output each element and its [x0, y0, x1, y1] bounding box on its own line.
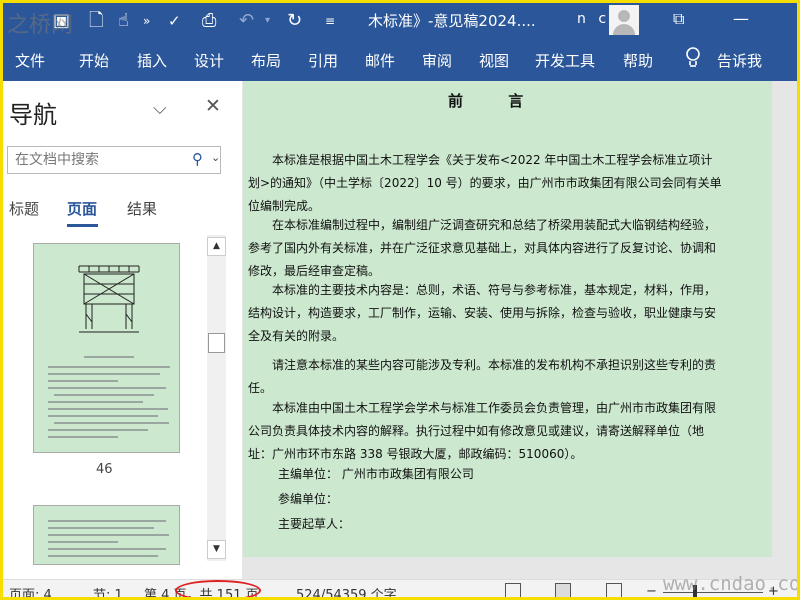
navigation-pane: 导航 ⌵ ✕ ⚲ ⌄ 标题 页面 结果: [3, 81, 242, 579]
tab-review[interactable]: 审阅: [422, 50, 452, 71]
avatar-head: [618, 10, 630, 22]
thumbnail-text-line: [48, 541, 118, 543]
undo-dropdown-icon[interactable]: ▾: [265, 9, 270, 33]
chevron-down-icon[interactable]: ⌵: [153, 98, 167, 119]
word-window: ▣ 🗋 ☝ » ✓ ⎙ ↶ ▾ ↻ ≡ 木标准》-意见稿2024.... n c…: [0, 0, 800, 600]
thumbnail-text-line: [54, 422, 169, 424]
participating-units: 参编单位：: [278, 492, 339, 506]
chief-editor-unit: 主编单位： 广州市市政集团有限公司: [278, 465, 474, 482]
print-layout-icon[interactable]: [555, 583, 571, 597]
thumbnail-text-line: [48, 555, 158, 557]
thumbnail-text-line: [48, 436, 118, 438]
thumbnail-text-line: [48, 408, 168, 410]
web-layout-icon[interactable]: [606, 583, 622, 597]
lightbulb-icon[interactable]: [685, 47, 701, 69]
page-thumbnail[interactable]: [33, 505, 180, 565]
search-dropdown-icon[interactable]: ⌄: [211, 151, 220, 164]
thumbnail-text-line: [48, 548, 166, 550]
page-thumbnail[interactable]: [33, 243, 180, 453]
customize-quick-access-icon[interactable]: ≡: [325, 9, 335, 33]
scrollbar-thumb[interactable]: [208, 333, 225, 353]
document-title: 木标准》-意见稿2024....: [368, 12, 536, 30]
status-word-count[interactable]: 524/54359 个字: [296, 584, 397, 597]
print-preview-icon[interactable]: ⎙: [202, 9, 216, 33]
read-mode-icon[interactable]: [505, 583, 521, 597]
page-heading: 前 言: [448, 92, 544, 110]
bridge-structure-drawing: [78, 265, 140, 333]
tab-design[interactable]: 设计: [194, 50, 224, 71]
thumbnail-text-line: [48, 366, 170, 368]
ribbon-display-options-icon[interactable]: ⧉: [673, 9, 684, 29]
thumbnail-scrollbar[interactable]: ▲ ▼: [207, 235, 226, 561]
tab-mailings[interactable]: 邮件: [365, 50, 395, 71]
navigation-search-box[interactable]: ⚲ ⌄: [7, 146, 221, 174]
tab-results[interactable]: 结果: [127, 198, 157, 219]
navigation-title: 导航: [9, 101, 57, 129]
thumbnail-text-line: [48, 415, 158, 417]
tab-references[interactable]: 引用: [308, 50, 338, 71]
zoom-out-icon[interactable]: −: [646, 584, 657, 597]
paragraph: 本标准是根据中国土木工程学会《关于发布<2022 年中国土木工程学会标准立项计划…: [248, 153, 722, 213]
thumbnail-text-line: [54, 394, 154, 396]
paragraph: 请注意本标准的某些内容可能涉及专利。本标准的发布机构不承担识别这些专利的责任。: [248, 358, 717, 395]
tab-pages[interactable]: 页面: [67, 198, 97, 219]
tab-view[interactable]: 视图: [479, 50, 509, 71]
thumbnail-text-line: [48, 387, 166, 389]
touch-dropdown-icon[interactable]: »: [143, 9, 150, 33]
tab-layout[interactable]: 布局: [251, 50, 281, 71]
redo-icon[interactable]: ↻: [287, 9, 302, 33]
avatar-body: [613, 24, 635, 35]
active-tab-indicator: [67, 224, 98, 227]
tab-developer[interactable]: 开发工具: [535, 50, 595, 71]
tab-headings[interactable]: 标题: [9, 198, 39, 219]
watermark-site: www.cndao.com: [663, 573, 800, 595]
main-drafters: 主要起草人：: [278, 517, 351, 531]
status-page[interactable]: 页面: 4: [9, 584, 52, 597]
status-section[interactable]: 节: 1: [93, 584, 123, 597]
paragraph: 本标准由中国土木工程学会学术与标准工作委员会负责管理，由广州市市政集团有限公司负…: [248, 401, 717, 461]
thumbnail-caption-line: [84, 356, 134, 358]
undo-icon[interactable]: ↶: [239, 9, 254, 33]
search-icon[interactable]: ⚲: [192, 150, 203, 168]
paragraph: 本标准的主要技术内容是：总则，术语、符号与参考标准，基本规定，材料，作用，结构设…: [248, 283, 717, 343]
tab-file[interactable]: 文件: [15, 50, 45, 71]
tab-insert[interactable]: 插入: [137, 50, 167, 71]
thumbnail-text-line: [48, 429, 148, 431]
chief-editor-unit-value: 广州市市政集团有限公司: [341, 467, 474, 481]
title-bar: ▣ 🗋 ☝ » ✓ ⎙ ↶ ▾ ↻ ≡ 木标准》-意见稿2024.... n c…: [3, 3, 797, 39]
thumbnail-text-line: [48, 373, 160, 375]
ribbon-tabs: 文件 开始 插入 设计 布局 引用 邮件 审阅 视图 开发工具 帮助 告诉我: [3, 39, 797, 81]
spelling-check-icon[interactable]: ✓: [168, 9, 181, 33]
thumbnail-page-number: 46: [96, 462, 113, 477]
new-document-icon[interactable]: 🗋: [89, 9, 103, 33]
user-initials[interactable]: n c: [577, 11, 610, 27]
thumbnail-text-line: [48, 520, 166, 522]
document-page[interactable]: 前 言 本标准是根据中国土木工程学会《关于发布<2022 年中国土木工程学会标准…: [243, 81, 772, 557]
minimize-icon[interactable]: —: [733, 9, 749, 28]
touch-mode-icon[interactable]: ☝: [118, 9, 129, 33]
thumbnail-text-line: [48, 401, 143, 403]
thumbnail-text-line: [48, 534, 169, 536]
document-area[interactable]: 前 言 本标准是根据中国土木工程学会《关于发布<2022 年中国土木工程学会标准…: [242, 81, 797, 579]
scroll-down-button[interactable]: ▼: [207, 540, 226, 559]
tell-me-search[interactable]: 告诉我: [717, 50, 762, 71]
tab-home[interactable]: 开始: [79, 50, 109, 71]
highlight-ellipse: [175, 580, 261, 597]
thumbnail-text-line: [48, 527, 154, 529]
watermark-logo: 之桥网: [7, 13, 74, 38]
scroll-up-button[interactable]: ▲: [207, 237, 226, 256]
tab-help[interactable]: 帮助: [623, 50, 653, 71]
user-avatar[interactable]: [609, 5, 639, 35]
thumbnail-text-line: [48, 380, 118, 382]
close-icon[interactable]: ✕: [205, 95, 221, 117]
paragraph: 在本标准编制过程中，编制组广泛调查研究和总结了桥梁用装配式大临钢结构经验，参考了…: [248, 218, 717, 278]
search-input[interactable]: [8, 147, 178, 173]
chief-editor-unit-label: 主编单位：: [278, 467, 339, 481]
